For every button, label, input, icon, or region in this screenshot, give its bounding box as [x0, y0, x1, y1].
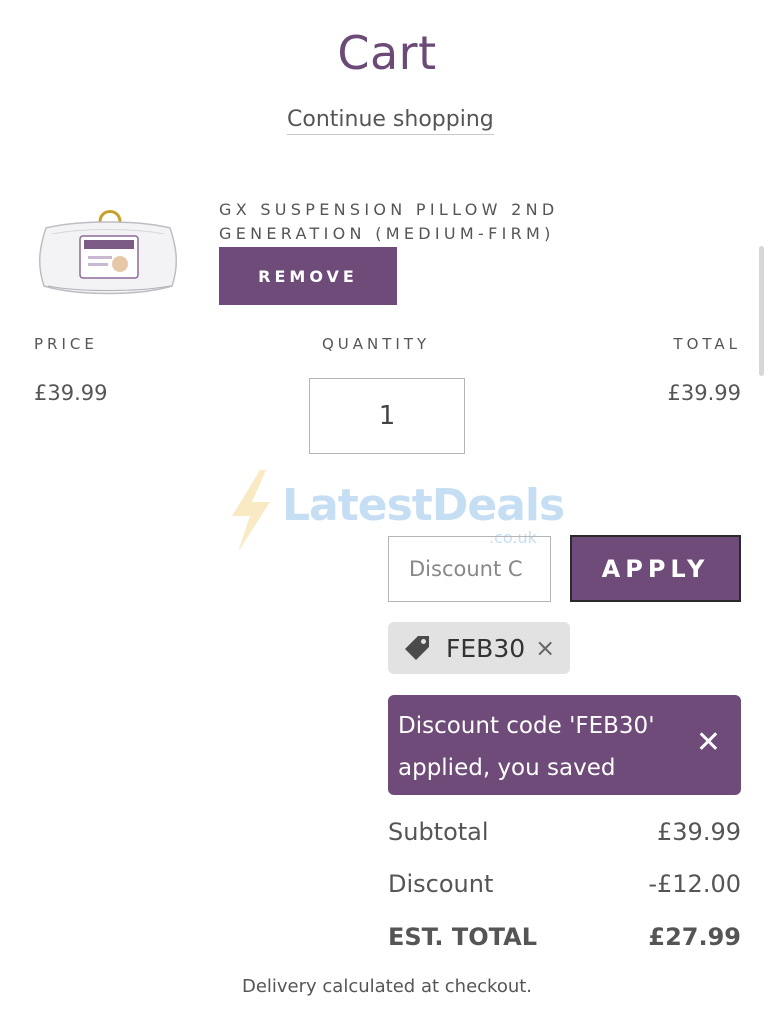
delivery-note: Delivery calculated at checkout.	[241, 976, 533, 997]
discount-label: Discount	[388, 870, 494, 898]
item-price: £39.99	[34, 381, 108, 405]
subtotal-label: Subtotal	[388, 818, 489, 846]
discount-applied-notice: Discount code 'FEB30' applied, you saved…	[388, 695, 741, 823]
subtotal-value: £39.99	[657, 818, 741, 846]
remove-button[interactable]: REMOVE	[219, 247, 397, 305]
item-total: £39.99	[667, 381, 741, 405]
remove-discount-icon[interactable]: ×	[535, 634, 555, 662]
est-total-label: EST. TOTAL	[388, 923, 538, 951]
price-tag-icon	[402, 633, 432, 663]
price-column-header: PRICE	[34, 335, 98, 353]
page-title: Cart	[337, 26, 437, 80]
est-total-value: £27.99	[648, 923, 741, 951]
discount-notice-text: Discount code 'FEB30' applied, you saved…	[398, 713, 655, 823]
applied-discount-tag[interactable]: FEB30 ×	[388, 622, 570, 674]
close-icon[interactable]: ✕	[696, 725, 721, 760]
watermark-brand: LatestDeals	[282, 480, 565, 531]
discount-value: -£12.00	[648, 870, 741, 898]
quantity-input[interactable]: 1	[309, 378, 465, 454]
apply-button[interactable]: APPLY	[570, 535, 741, 602]
pillow-product-image[interactable]	[38, 206, 178, 298]
scrollbar[interactable]	[759, 246, 764, 376]
continue-shopping-link[interactable]: Continue shopping	[287, 107, 494, 135]
discount-code-input[interactable]: Discount C	[388, 536, 551, 602]
total-column-header: TOTAL	[673, 335, 741, 353]
applied-discount-code: FEB30	[446, 633, 526, 663]
quantity-column-header: QUANTITY	[322, 335, 431, 353]
product-name[interactable]: GX SUSPENSION PILLOW 2ND GENERATION (MED…	[219, 198, 639, 246]
